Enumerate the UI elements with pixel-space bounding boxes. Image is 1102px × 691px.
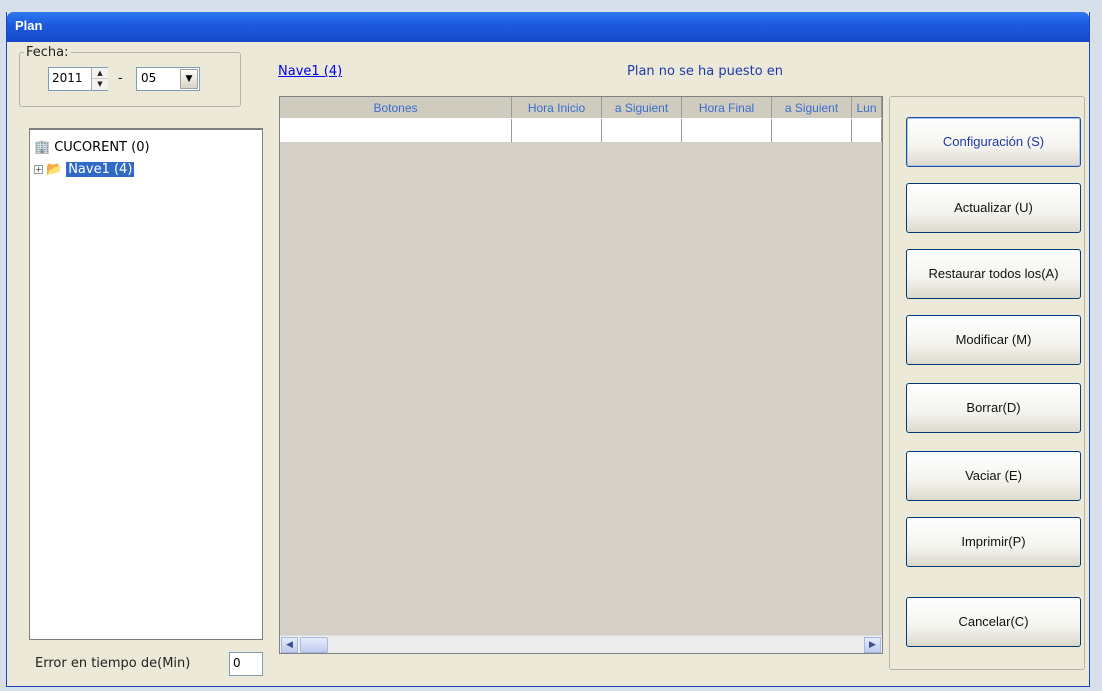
plan-window: Plan Fecha: 2011 ▲ ▼ - 05 ▼ 🏢 CUCORENT ( — [6, 12, 1090, 687]
tree-item-label: CUCORENT (0) — [54, 139, 150, 155]
action-button-panel: Configuración (S) Actualizar (U) Restaur… — [889, 96, 1085, 670]
horizontal-scrollbar[interactable]: ◀ ▶ — [280, 635, 882, 653]
tree-item-label: Nave1 (4) — [66, 161, 135, 177]
open-folder-icon: 📂 — [46, 161, 63, 177]
grid-header: Botones Hora Inicio a Siguient Hora Fina… — [280, 97, 882, 119]
fecha-label: Fecha: — [24, 45, 71, 60]
error-label: Error en tiempo de(Min) — [35, 656, 191, 671]
chevron-down-icon[interactable]: ▼ — [180, 69, 198, 89]
column-header[interactable]: Botones — [280, 97, 512, 118]
column-header[interactable]: Lun — [852, 97, 882, 118]
cancelar-button[interactable]: Cancelar(C) — [906, 597, 1081, 647]
table-cell[interactable] — [512, 119, 602, 142]
column-header[interactable]: Hora Final — [682, 97, 772, 118]
table-cell[interactable] — [772, 119, 852, 142]
vaciar-button[interactable]: Vaciar (E) — [906, 451, 1081, 501]
plant-tree[interactable]: 🏢 CUCORENT (0) + 📂 Nave1 (4) — [29, 128, 263, 640]
nave-link[interactable]: Nave1 (4) — [278, 64, 342, 79]
date-separator: - — [118, 71, 123, 86]
spin-up-icon[interactable]: ▲ — [92, 68, 108, 79]
table-cell[interactable] — [280, 119, 512, 142]
table-cell[interactable] — [852, 119, 882, 142]
table-cell[interactable] — [682, 119, 772, 142]
column-header[interactable]: a Siguient — [602, 97, 682, 118]
plan-status-text: Plan no se ha puesto en — [627, 64, 784, 79]
column-header[interactable]: a Siguient — [772, 97, 852, 118]
year-value: 2011 — [52, 71, 83, 85]
table-cell[interactable] — [602, 119, 682, 142]
scroll-right-icon[interactable]: ▶ — [864, 637, 881, 653]
error-input[interactable]: 0 — [229, 652, 263, 676]
table-row[interactable] — [280, 119, 882, 142]
spin-down-icon[interactable]: ▼ — [92, 79, 108, 90]
modificar-button[interactable]: Modificar (M) — [906, 315, 1081, 365]
imprimir-button[interactable]: Imprimir(P) — [906, 517, 1081, 567]
year-spin-buttons: ▲ ▼ — [91, 68, 108, 90]
restaurar-button[interactable]: Restaurar todos los(A) — [906, 249, 1081, 299]
month-select[interactable]: 05 ▼ — [136, 67, 200, 91]
tree-item-nave1[interactable]: + 📂 Nave1 (4) — [34, 160, 135, 178]
title-bar[interactable]: Plan — [7, 12, 1089, 42]
tree-item-root[interactable]: 🏢 CUCORENT (0) — [34, 138, 150, 156]
client-area: Fecha: 2011 ▲ ▼ - 05 ▼ 🏢 CUCORENT (0) + — [9, 42, 1087, 684]
scroll-left-icon[interactable]: ◀ — [281, 637, 298, 653]
scroll-thumb[interactable] — [300, 637, 328, 653]
schedule-grid[interactable]: Botones Hora Inicio a Siguient Hora Fina… — [279, 96, 883, 654]
year-spinner[interactable]: 2011 ▲ ▼ — [48, 67, 108, 91]
borrar-button[interactable]: Borrar(D) — [906, 383, 1081, 433]
window-title: Plan — [15, 18, 43, 33]
month-value: 05 — [141, 71, 157, 85]
configuracion-button[interactable]: Configuración (S) — [906, 117, 1081, 167]
building-icon: 🏢 — [34, 139, 51, 155]
column-header[interactable]: Hora Inicio — [512, 97, 602, 118]
fecha-group: Fecha: 2011 ▲ ▼ - 05 ▼ — [19, 45, 241, 107]
expand-icon[interactable]: + — [34, 164, 43, 174]
actualizar-button[interactable]: Actualizar (U) — [906, 183, 1081, 233]
